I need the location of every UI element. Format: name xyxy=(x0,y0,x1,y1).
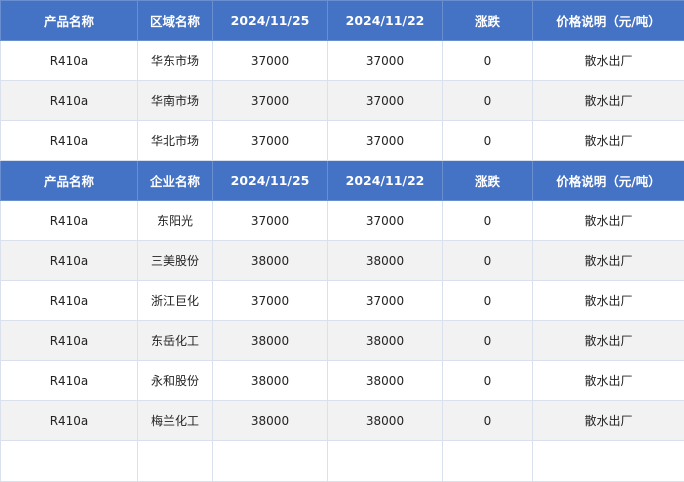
cell-price-current: 37000 xyxy=(212,200,328,241)
cell-product: R410a xyxy=(0,80,138,121)
cell-change: 0 xyxy=(442,120,533,161)
cell-region: 华北市场 xyxy=(137,120,213,161)
cell-price-note: 散水出厂 xyxy=(532,280,684,321)
cell-product: R410a xyxy=(0,360,138,401)
empty-cell xyxy=(327,440,443,482)
cell-product: R410a xyxy=(0,200,138,241)
cell-change: 0 xyxy=(442,200,533,241)
header-product-name: 产品名称 xyxy=(0,0,138,41)
cell-price-previous: 38000 xyxy=(327,360,443,401)
price-table: 产品名称 区域名称 2024/11/25 2024/11/22 涨跌 价格说明（… xyxy=(0,0,684,482)
cell-product: R410a xyxy=(0,40,138,81)
cell-price-previous: 37000 xyxy=(327,200,443,241)
cell-price-note: 散水出厂 xyxy=(532,240,684,281)
header-date-current: 2024/11/25 xyxy=(212,160,328,201)
table-row: R410a 梅兰化工 38000 38000 0 散水出厂 xyxy=(0,400,684,441)
cell-region: 华东市场 xyxy=(137,40,213,81)
cell-product: R410a xyxy=(0,120,138,161)
cell-change: 0 xyxy=(442,240,533,281)
table-row: R410a 东岳化工 38000 38000 0 散水出厂 xyxy=(0,320,684,361)
cell-change: 0 xyxy=(442,400,533,441)
cell-price-note: 散水出厂 xyxy=(532,360,684,401)
cell-price-current: 38000 xyxy=(212,320,328,361)
cell-price-note: 散水出厂 xyxy=(532,40,684,81)
header-date-previous: 2024/11/22 xyxy=(327,160,443,201)
cell-product: R410a xyxy=(0,280,138,321)
cell-price-note: 散水出厂 xyxy=(532,400,684,441)
cell-price-current: 37000 xyxy=(212,120,328,161)
header-region-name: 区域名称 xyxy=(137,0,213,41)
cell-company: 三美股份 xyxy=(137,240,213,281)
region-header-row: 产品名称 区域名称 2024/11/25 2024/11/22 涨跌 价格说明（… xyxy=(0,0,684,41)
empty-cell xyxy=(532,440,684,482)
cell-price-previous: 37000 xyxy=(327,120,443,161)
header-price-note: 价格说明（元/吨） xyxy=(532,160,684,201)
cell-change: 0 xyxy=(442,80,533,121)
cell-change: 0 xyxy=(442,40,533,81)
cell-price-current: 38000 xyxy=(212,240,328,281)
cell-change: 0 xyxy=(442,280,533,321)
cell-price-previous: 37000 xyxy=(327,280,443,321)
cell-price-note: 散水出厂 xyxy=(532,200,684,241)
cell-price-current: 37000 xyxy=(212,40,328,81)
header-date-previous: 2024/11/22 xyxy=(327,0,443,41)
cell-price-previous: 37000 xyxy=(327,80,443,121)
table-row: R410a 浙江巨化 37000 37000 0 散水出厂 xyxy=(0,280,684,321)
empty-row xyxy=(0,440,684,482)
cell-price-current: 38000 xyxy=(212,360,328,401)
header-change: 涨跌 xyxy=(442,0,533,41)
cell-company: 浙江巨化 xyxy=(137,280,213,321)
cell-product: R410a xyxy=(0,320,138,361)
cell-product: R410a xyxy=(0,240,138,281)
empty-cell xyxy=(442,440,533,482)
cell-price-current: 37000 xyxy=(212,280,328,321)
cell-region: 华南市场 xyxy=(137,80,213,121)
cell-company: 东阳光 xyxy=(137,200,213,241)
cell-price-current: 38000 xyxy=(212,400,328,441)
cell-price-note: 散水出厂 xyxy=(532,320,684,361)
cell-price-note: 散水出厂 xyxy=(532,120,684,161)
table-row: R410a 永和股份 38000 38000 0 散水出厂 xyxy=(0,360,684,401)
empty-cell xyxy=(212,440,328,482)
empty-cell xyxy=(137,440,213,482)
cell-company: 永和股份 xyxy=(137,360,213,401)
cell-company: 梅兰化工 xyxy=(137,400,213,441)
header-company-name: 企业名称 xyxy=(137,160,213,201)
cell-price-previous: 37000 xyxy=(327,40,443,81)
header-date-current: 2024/11/25 xyxy=(212,0,328,41)
header-product-name: 产品名称 xyxy=(0,160,138,201)
cell-price-previous: 38000 xyxy=(327,400,443,441)
header-price-note: 价格说明（元/吨） xyxy=(532,0,684,41)
table-row: R410a 三美股份 38000 38000 0 散水出厂 xyxy=(0,240,684,281)
table-row: R410a 华东市场 37000 37000 0 散水出厂 xyxy=(0,40,684,81)
empty-cell xyxy=(0,440,138,482)
cell-company: 东岳化工 xyxy=(137,320,213,361)
table-row: R410a 东阳光 37000 37000 0 散水出厂 xyxy=(0,200,684,241)
company-header-row: 产品名称 企业名称 2024/11/25 2024/11/22 涨跌 价格说明（… xyxy=(0,160,684,201)
cell-price-previous: 38000 xyxy=(327,320,443,361)
header-change: 涨跌 xyxy=(442,160,533,201)
cell-price-note: 散水出厂 xyxy=(532,80,684,121)
table-row: R410a 华南市场 37000 37000 0 散水出厂 xyxy=(0,80,684,121)
cell-change: 0 xyxy=(442,360,533,401)
cell-change: 0 xyxy=(442,320,533,361)
cell-product: R410a xyxy=(0,400,138,441)
cell-price-current: 37000 xyxy=(212,80,328,121)
table-row: R410a 华北市场 37000 37000 0 散水出厂 xyxy=(0,120,684,161)
cell-price-previous: 38000 xyxy=(327,240,443,281)
